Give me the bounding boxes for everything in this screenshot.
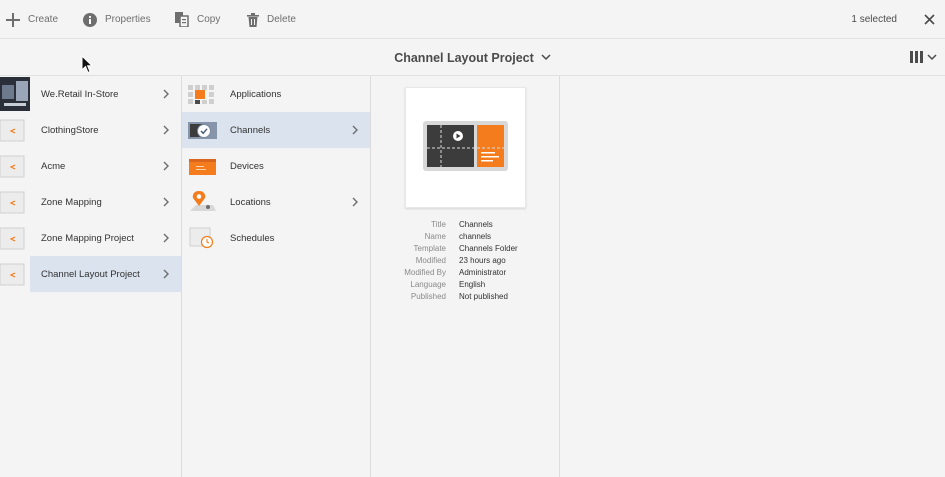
channels-icon bbox=[188, 122, 217, 139]
page-title: Channel Layout Project bbox=[394, 50, 534, 65]
copy-button[interactable]: Copy bbox=[175, 0, 220, 39]
list-item-channels[interactable]: Channels bbox=[182, 112, 370, 148]
copy-label: Copy bbox=[197, 14, 221, 25]
meta-key: Name bbox=[424, 231, 446, 241]
chevron-right-icon bbox=[163, 89, 169, 99]
column-projects: We.Retail In-Store ClothingStore Acme Zo… bbox=[0, 76, 182, 477]
create-button[interactable]: Create bbox=[6, 0, 58, 39]
chevron-right-icon bbox=[163, 233, 169, 243]
metadata-list: Title Channels Name channels Template Chann… bbox=[371, 218, 560, 302]
project-folder-icon bbox=[0, 119, 25, 142]
close-icon[interactable] bbox=[923, 13, 936, 26]
meta-row-published: Published Not published bbox=[371, 290, 560, 302]
copy-icon bbox=[175, 12, 189, 27]
project-folder-icon bbox=[0, 263, 25, 286]
meta-value: 23 hours ago bbox=[459, 255, 506, 265]
list-item-label: We.Retail In-Store bbox=[41, 88, 119, 100]
delete-label: Delete bbox=[267, 14, 296, 25]
meta-row-title: Title Channels bbox=[371, 218, 560, 230]
devices-icon bbox=[189, 159, 216, 175]
delete-button[interactable]: Delete bbox=[247, 0, 296, 39]
image-thumbnail bbox=[0, 77, 30, 111]
meta-value: Channels Folder bbox=[459, 243, 518, 253]
list-item-channel-layout-project[interactable]: Channel Layout Project bbox=[0, 256, 181, 292]
properties-label: Properties bbox=[105, 14, 151, 25]
meta-value: Not published bbox=[459, 291, 508, 301]
list-item-label: Zone Mapping Project bbox=[41, 232, 134, 244]
list-item-label: Applications bbox=[230, 88, 282, 100]
selection-count: 1 selected bbox=[851, 14, 897, 25]
list-item-label: Locations bbox=[230, 196, 271, 208]
meta-row-modified: Modified 23 hours ago bbox=[371, 254, 560, 266]
meta-key: Modified By bbox=[404, 267, 446, 277]
list-item-label: Channels bbox=[230, 124, 271, 136]
project-folder-icon bbox=[0, 155, 25, 178]
list-item-label: Schedules bbox=[230, 232, 275, 244]
meta-key: Published bbox=[410, 291, 446, 301]
project-folder-icon bbox=[0, 227, 25, 250]
chevron-right-icon bbox=[352, 125, 358, 135]
meta-value: channels bbox=[459, 231, 492, 241]
meta-key: Modified bbox=[415, 255, 446, 265]
meta-value: Administrator bbox=[459, 267, 507, 277]
meta-key: Language bbox=[410, 279, 446, 289]
meta-row-name: Name channels bbox=[371, 230, 560, 242]
trash-icon bbox=[247, 12, 259, 27]
view-switcher[interactable] bbox=[910, 51, 937, 63]
chevron-right-icon bbox=[163, 161, 169, 171]
list-item-clothingstore[interactable]: ClothingStore bbox=[0, 112, 181, 148]
meta-row-template: Template Channels Folder bbox=[371, 242, 560, 254]
list-item-label: Zone Mapping bbox=[41, 196, 102, 208]
chevron-right-icon bbox=[163, 197, 169, 207]
meta-row-modified-by: Modified By Administrator bbox=[371, 266, 560, 278]
project-folder-icon bbox=[0, 191, 25, 214]
list-item-zone-mapping-project[interactable]: Zone Mapping Project bbox=[0, 220, 181, 256]
channels-card[interactable] bbox=[405, 87, 526, 208]
list-item-we-retail[interactable]: We.Retail In-Store bbox=[0, 76, 181, 112]
project-title-dropdown[interactable]: Channel Layout Project bbox=[394, 51, 551, 65]
properties-button[interactable]: Properties bbox=[83, 0, 151, 39]
meta-value: Channels bbox=[459, 219, 493, 229]
column-project-folders: Applications Channels Devices Locations … bbox=[182, 76, 371, 477]
channels-folder-thumbnail bbox=[423, 121, 508, 171]
meta-value: English bbox=[459, 279, 486, 289]
chevron-right-icon bbox=[163, 125, 169, 135]
list-item-label: ClothingStore bbox=[41, 124, 99, 136]
mouse-cursor-icon bbox=[81, 55, 93, 74]
chevron-down-icon bbox=[541, 54, 551, 61]
action-bar: Create Properties Copy Delete 1 selected bbox=[0, 0, 945, 39]
list-item-applications[interactable]: Applications bbox=[182, 76, 370, 112]
details-panel: Title Channels Name channels Template Chann… bbox=[371, 76, 560, 477]
locations-icon bbox=[190, 191, 216, 211]
list-item-label: Acme bbox=[41, 160, 66, 172]
chevron-down-icon bbox=[927, 53, 937, 60]
list-item-acme[interactable]: Acme bbox=[0, 148, 181, 184]
chevron-right-icon bbox=[163, 269, 169, 279]
list-item-devices[interactable]: Devices bbox=[182, 148, 370, 184]
title-bar: Channel Layout Project bbox=[0, 39, 945, 76]
meta-key: Template bbox=[413, 243, 446, 253]
info-icon bbox=[83, 12, 97, 27]
meta-key: Title bbox=[431, 219, 446, 229]
column-view-icon bbox=[910, 51, 923, 63]
list-item-label: Channel Layout Project bbox=[41, 268, 140, 280]
meta-row-language: Language English bbox=[371, 278, 560, 290]
create-label: Create bbox=[28, 14, 59, 25]
list-item-zone-mapping[interactable]: Zone Mapping bbox=[0, 184, 181, 220]
list-item-label: Devices bbox=[230, 160, 264, 172]
applications-icon bbox=[188, 85, 214, 104]
schedules-icon bbox=[189, 227, 214, 249]
list-item-schedules[interactable]: Schedules bbox=[182, 220, 370, 256]
list-item-locations[interactable]: Locations bbox=[182, 184, 370, 220]
plus-icon bbox=[6, 12, 20, 27]
chevron-right-icon bbox=[352, 197, 358, 207]
